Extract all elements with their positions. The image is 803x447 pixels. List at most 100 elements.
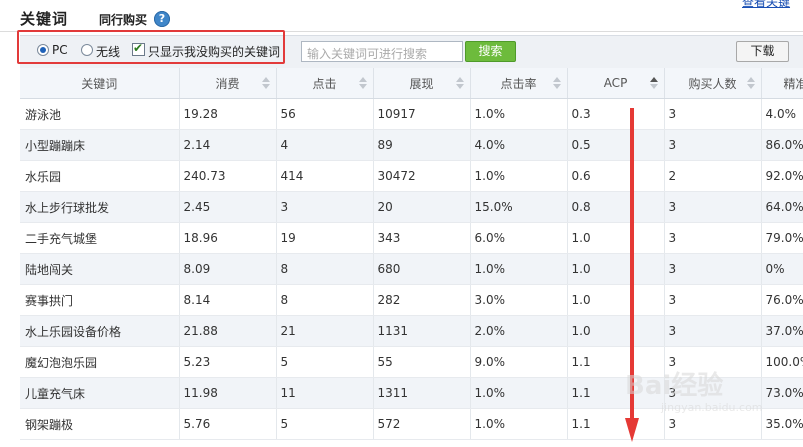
table-row[interactable]: 小型蹦蹦床 2.14 4 89 4.0% 0.5 3 86.0% [20,129,803,161]
table-cell: 3 [664,253,762,285]
table-cell: 680 [373,253,471,285]
table-cell: 6.0% [470,222,568,254]
table-cell: 56 [276,98,374,130]
table-cell: 414 [276,160,374,192]
table-row[interactable]: 水上乐园设备价格 21.88 21 1131 2.0% 1.0 3 37.0% [20,315,803,347]
table-cell: 2.14 [179,129,277,161]
table-row[interactable]: 赛事拱门 8.14 8 282 3.0% 1.0 3 76.0% [20,284,803,316]
table-cell: 10917 [373,98,471,130]
table-cell: 1311 [373,377,471,409]
table-cell: 343 [373,222,471,254]
table-cell: 3 [664,98,762,130]
table-cell: 20 [373,191,471,223]
keyword-cell: 魔幻泡泡乐园 [20,346,180,378]
table-cell: 15.0% [470,191,568,223]
sort-arrows-icon[interactable] [746,77,755,89]
column-header[interactable]: 展现 [373,68,471,99]
table-cell: 5.76 [179,408,277,440]
table-row[interactable]: 游泳池 19.28 56 10917 1.0% 0.3 3 4.0% [20,98,803,130]
keyword-cell: 游泳池 [20,98,180,130]
only-unbought-checkbox[interactable]: ✔ [132,41,145,56]
table-cell: 1.0% [470,408,568,440]
tab-peer-purchase[interactable]: 同行购买 [99,11,147,28]
table-cell: 4 [276,129,374,161]
table-cell: 0.6 [567,160,665,192]
keyword-cell: 小型蹦蹦床 [20,129,180,161]
table-cell: 0.3 [567,98,665,130]
table-cell: 572 [373,408,471,440]
table-cell: 1131 [373,315,471,347]
column-header[interactable]: ACP [567,68,665,99]
table-cell: 37.0% [761,315,803,347]
wireless-radio[interactable] [81,44,93,56]
keyword-cell: 儿童充气床 [20,377,180,409]
keyword-cell: 二手充气城堡 [20,222,180,254]
table-cell: 86.0% [761,129,803,161]
pc-radio-label[interactable]: PC [52,43,68,57]
column-header-label: 精准 [783,76,803,91]
table-cell: 1.0 [567,222,665,254]
download-button[interactable]: 下载 [736,41,789,62]
table-cell: 1.0 [567,284,665,316]
table-cell: 1.0 [567,315,665,347]
sort-arrows-icon[interactable] [261,77,270,89]
table-cell: 240.73 [179,160,277,192]
table-cell: 30472 [373,160,471,192]
watermark-subtext: jingyan.baidu.com [661,401,763,414]
keyword-cell: 陆地闯关 [20,253,180,285]
search-button[interactable]: 搜索 [465,41,516,62]
table-cell: 2 [664,160,762,192]
table-row[interactable]: 水上步行球批发 2.45 3 20 15.0% 0.8 3 64.0% [20,191,803,223]
table-cell: 5 [276,408,374,440]
help-icon[interactable]: ? [154,11,170,27]
table-cell: 11.98 [179,377,277,409]
only-unbought-label[interactable]: 只显示我没购买的关键词 [148,43,280,60]
table-cell: 3.0% [470,284,568,316]
table-cell: 18.96 [179,222,277,254]
table-cell: 1.0% [470,253,568,285]
sort-arrows-icon[interactable] [455,77,464,89]
table-cell: 21 [276,315,374,347]
pc-radio[interactable] [37,44,49,56]
keyword-search-input[interactable]: 输入关键词可进行搜索 [301,41,463,62]
table-cell: 19 [276,222,374,254]
table-cell: 5.23 [179,346,277,378]
column-header[interactable]: 关键词 [20,68,180,99]
table-cell: 19.28 [179,98,277,130]
table-cell: 8 [276,284,374,316]
column-header[interactable]: 消费 [179,68,277,99]
table-row[interactable]: 水乐园 240.73 414 30472 1.0% 0.6 2 92.0% [20,160,803,192]
table-cell: 2.0% [470,315,568,347]
view-keywords-link[interactable]: 查看关键 [742,0,790,10]
page-title: 关键词 [20,10,69,28]
table-cell: 89 [373,129,471,161]
table-cell: 8 [276,253,374,285]
table-cell: 3 [664,191,762,223]
table-cell: 21.88 [179,315,277,347]
sort-arrows-icon[interactable] [552,77,561,89]
column-header[interactable]: 点击率 [470,68,568,99]
sort-arrows-icon[interactable] [649,77,658,89]
table-cell: 0.5 [567,129,665,161]
table-cell: 55 [373,346,471,378]
column-header-label: 点击 [312,76,337,91]
column-header[interactable]: 精准 [761,68,803,99]
column-header[interactable]: 购买人数 [664,68,762,99]
table-cell: 1.0 [567,253,665,285]
column-header-label: 关键词 [81,76,118,91]
table-cell: 3 [276,191,374,223]
table-cell: 76.0% [761,284,803,316]
wireless-radio-label[interactable]: 无线 [96,43,120,60]
table-row[interactable]: 陆地闯关 8.09 8 680 1.0% 1.0 3 0% [20,253,803,285]
column-header[interactable]: 点击 [276,68,374,99]
sort-arrows-icon[interactable] [358,77,367,89]
column-header-label: ACP [603,76,628,90]
table-cell: 3 [664,284,762,316]
table-cell: 8.09 [179,253,277,285]
table-cell: 3 [664,222,762,254]
table-row[interactable]: 二手充气城堡 18.96 19 343 6.0% 1.0 3 79.0% [20,222,803,254]
table-cell: 92.0% [761,160,803,192]
table-cell: 4.0% [761,98,803,130]
table-cell: 1.0% [470,98,568,130]
table-cell: 282 [373,284,471,316]
